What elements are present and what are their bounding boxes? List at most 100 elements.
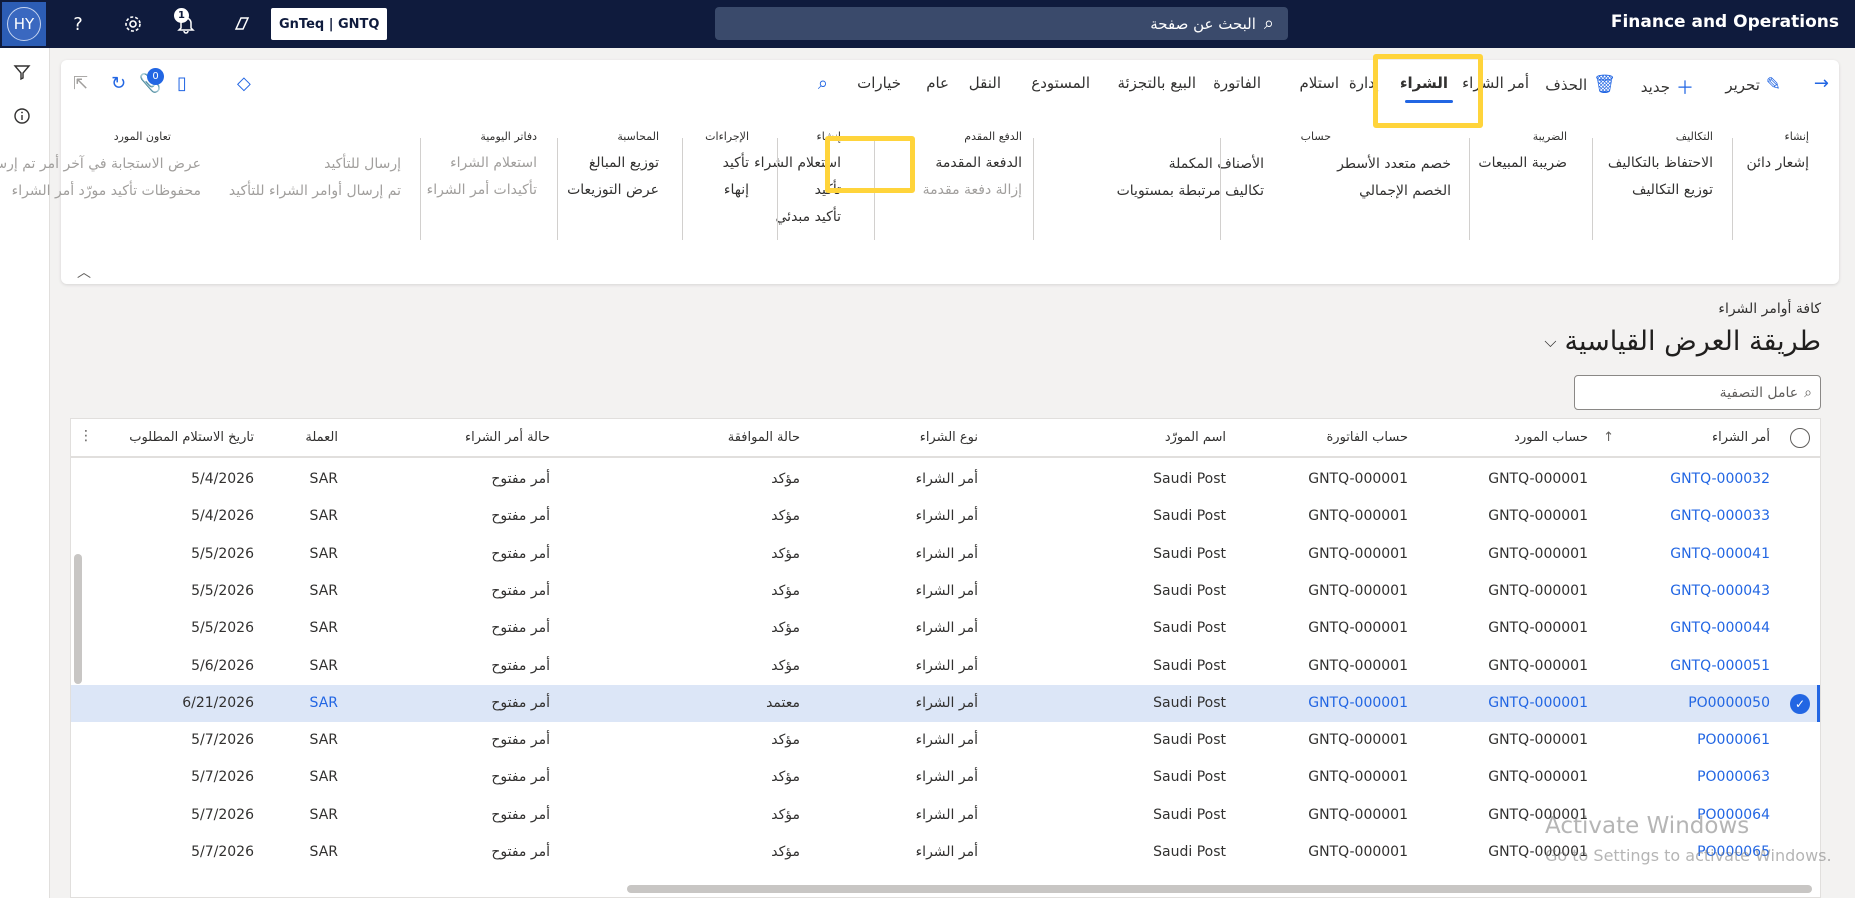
- tab-receive[interactable]: استلام: [1300, 74, 1340, 92]
- row-select-checkbox[interactable]: [1790, 582, 1810, 602]
- vendor-confirmation-history-button[interactable]: محفوظات تأكيد مورّد أمر الشراء: [0, 183, 201, 200]
- column-header-approval-status[interactable]: حالة الموافقة: [728, 430, 800, 445]
- cell-po[interactable]: PO0000050: [1688, 695, 1770, 711]
- confirm-button[interactable]: تأكيد: [705, 155, 749, 172]
- column-header-currency[interactable]: العملة: [305, 430, 338, 445]
- table-row[interactable]: PO000063 GNTQ-000001 GNTQ-000001 Saudi Post…: [71, 759, 1820, 796]
- table-row[interactable]: GNTQ-000051 GNTQ-000001 GNTQ-000001 Saudi P…: [71, 648, 1820, 685]
- new-button[interactable]: ＋ جديد: [1641, 74, 1694, 100]
- cell-po[interactable]: PO000063: [1697, 769, 1770, 785]
- grid-header: أمر الشراء ↑ حساب المورد حساب الفاتورة ا…: [71, 419, 1820, 458]
- info-icon[interactable]: [10, 104, 34, 128]
- search-icon[interactable]: ⌕: [818, 73, 828, 94]
- collapse-ribbon-icon[interactable]: ︿: [77, 262, 91, 282]
- cell-po[interactable]: GNTQ-000051: [1670, 658, 1770, 674]
- back-arrow-icon[interactable]: →: [1814, 73, 1829, 94]
- tab-retail[interactable]: البيع بالتجزئة: [1117, 74, 1196, 92]
- table-row[interactable]: PO000061 GNTQ-000001 GNTQ-000001 Saudi Post…: [71, 722, 1820, 759]
- filter-input[interactable]: [1598, 384, 1799, 401]
- table-row[interactable]: GNTQ-000041 GNTQ-000001 GNTQ-000001 Saudi P…: [71, 536, 1820, 573]
- purchase-inquiry-journal-button[interactable]: استعلام الشراء: [427, 155, 537, 172]
- detach-icon[interactable]: ⇱: [73, 73, 88, 94]
- sent-pos-for-confirmation-button[interactable]: تم إرسال أوامر الشراء للتأكيد: [229, 183, 401, 200]
- view-distributions-button[interactable]: عرض التوزيعات: [567, 182, 659, 199]
- tab-options[interactable]: خيارات: [857, 74, 901, 92]
- office-icon[interactable]: ▯: [177, 73, 187, 94]
- cell-po[interactable]: GNTQ-000032: [1670, 471, 1770, 487]
- view-selector[interactable]: طريقة العرض القياسية ⌵: [1544, 326, 1821, 357]
- credit-note-button[interactable]: إشعار دائن: [1746, 155, 1809, 172]
- cell-po[interactable]: GNTQ-000033: [1670, 508, 1770, 524]
- view-last-response-button[interactable]: عرض الاستجابة في آخر أمر تم إرساله: [0, 156, 201, 173]
- remove-prepayment-button[interactable]: إزالة دفعة مقدمة: [923, 182, 1022, 199]
- tiered-charges-button[interactable]: تكاليف مرتبطة بمستويات: [1117, 183, 1264, 200]
- row-select-checkbox[interactable]: [1790, 619, 1810, 639]
- column-header-purchase-type[interactable]: نوع الشراء: [920, 430, 978, 445]
- power-apps-icon[interactable]: ◇: [237, 73, 251, 94]
- send-for-confirmation-button[interactable]: إرسال للتأكيد: [229, 156, 401, 173]
- row-select-checkbox[interactable]: [1790, 507, 1810, 527]
- breadcrumb[interactable]: كافة أوامر الشراء: [1718, 301, 1821, 317]
- multiline-discount-button[interactable]: خصم متعدد الأسطر: [1337, 156, 1451, 173]
- cell-po[interactable]: GNTQ-000041: [1670, 546, 1770, 562]
- tab-general[interactable]: عام: [926, 74, 949, 92]
- refresh-icon[interactable]: ↻: [111, 73, 126, 94]
- row-select-checkbox[interactable]: ✓: [1790, 693, 1810, 714]
- column-header-vendor-name[interactable]: اسم المورّد: [1165, 430, 1226, 445]
- distribute-amounts-button[interactable]: توزيع المبالغ: [567, 155, 659, 172]
- sort-arrow-icon[interactable]: ↑: [1603, 430, 1614, 445]
- cell-approval: مؤكد: [771, 545, 800, 562]
- maintain-charges-button[interactable]: الاحتفاظ بالتكاليف: [1608, 155, 1713, 172]
- preliminary-confirm-button[interactable]: تأكيد مبدئي: [754, 209, 842, 226]
- vertical-scrollbar[interactable]: [74, 554, 82, 684]
- row-select-checkbox[interactable]: [1790, 731, 1810, 751]
- row-select-checkbox[interactable]: [1790, 657, 1810, 677]
- column-header-delivery-date[interactable]: تاريخ الاستلام المطلوب: [129, 430, 254, 445]
- select-all-checkbox[interactable]: [1790, 428, 1810, 448]
- user-avatar[interactable]: HY: [2, 2, 46, 46]
- po-confirmations-button[interactable]: تأكيدات أمر الشراء: [427, 182, 537, 199]
- plus-icon: ＋: [1676, 78, 1694, 99]
- allocate-charges-button[interactable]: توزيع التكاليف: [1608, 182, 1713, 199]
- complete-button[interactable]: إنهاء: [705, 182, 749, 199]
- cell-invoice: GNTQ-000001: [1308, 620, 1408, 637]
- column-header-invoice-account[interactable]: حساب الفاتورة: [1327, 430, 1409, 445]
- prepayment-button[interactable]: الدفعة المقدمة: [923, 155, 1022, 172]
- gear-icon[interactable]: [121, 12, 145, 36]
- help-icon[interactable]: ?: [66, 12, 90, 36]
- table-row[interactable]: ✓ PO0000050 GNTQ-000001 GNTQ-000001 Saudi Po…: [71, 684, 1820, 722]
- column-header-po-status[interactable]: حالة أمر الشراء: [465, 430, 550, 445]
- cell-approval: مؤكد: [771, 620, 800, 637]
- tab-invoice[interactable]: الفاتورة: [1213, 74, 1261, 92]
- row-select-checkbox[interactable]: [1790, 545, 1810, 565]
- supplementary-items-button[interactable]: الأصناف المكملة: [1117, 156, 1264, 173]
- tab-warehouse[interactable]: المستودع: [1031, 74, 1090, 92]
- column-header-vendor-account[interactable]: حساب المورد: [1514, 430, 1588, 445]
- more-options-icon[interactable]: ⋮: [79, 428, 93, 444]
- company-picker[interactable]: GnTeq | GNTQ: [271, 8, 388, 40]
- sales-tax-button[interactable]: ضريبة المبيعات: [1478, 155, 1567, 172]
- edit-button[interactable]: ✎ تحرير: [1725, 74, 1781, 95]
- page-search-box[interactable]: البحث عن صفحة ⌕: [715, 7, 1288, 40]
- cell-currency: SAR: [309, 508, 338, 525]
- filter-icon[interactable]: [10, 60, 34, 84]
- table-row[interactable]: GNTQ-000044 GNTQ-000001 GNTQ-000001 Saudi P…: [71, 610, 1820, 647]
- row-select-checkbox[interactable]: [1790, 806, 1810, 826]
- filter-box[interactable]: ⌕: [1574, 375, 1821, 410]
- total-discount-button[interactable]: الخصم الإجمالي: [1337, 183, 1451, 200]
- cell-po[interactable]: GNTQ-000044: [1670, 620, 1770, 636]
- horizontal-scrollbar[interactable]: [627, 885, 1812, 893]
- copilot-icon[interactable]: [230, 12, 254, 36]
- table-row[interactable]: GNTQ-000043 GNTQ-000001 GNTQ-000001 Saudi P…: [71, 573, 1820, 610]
- table-row[interactable]: GNTQ-000032 GNTQ-000001 GNTQ-000001 Saudi P…: [71, 461, 1820, 498]
- divider: [1732, 138, 1733, 240]
- delete-button[interactable]: 🗑 الحذف: [1545, 74, 1616, 95]
- tab-transportation[interactable]: النقل: [969, 74, 1001, 92]
- cell-po[interactable]: PO000061: [1697, 732, 1770, 748]
- row-select-checkbox[interactable]: [1790, 768, 1810, 788]
- column-header-po[interactable]: أمر الشراء: [1712, 430, 1770, 445]
- row-select-checkbox[interactable]: [1790, 470, 1810, 490]
- table-row[interactable]: GNTQ-000033 GNTQ-000001 GNTQ-000001 Saudi P…: [71, 498, 1820, 535]
- cell-status: أمر مفتوح: [491, 806, 550, 823]
- cell-po[interactable]: GNTQ-000043: [1670, 583, 1770, 599]
